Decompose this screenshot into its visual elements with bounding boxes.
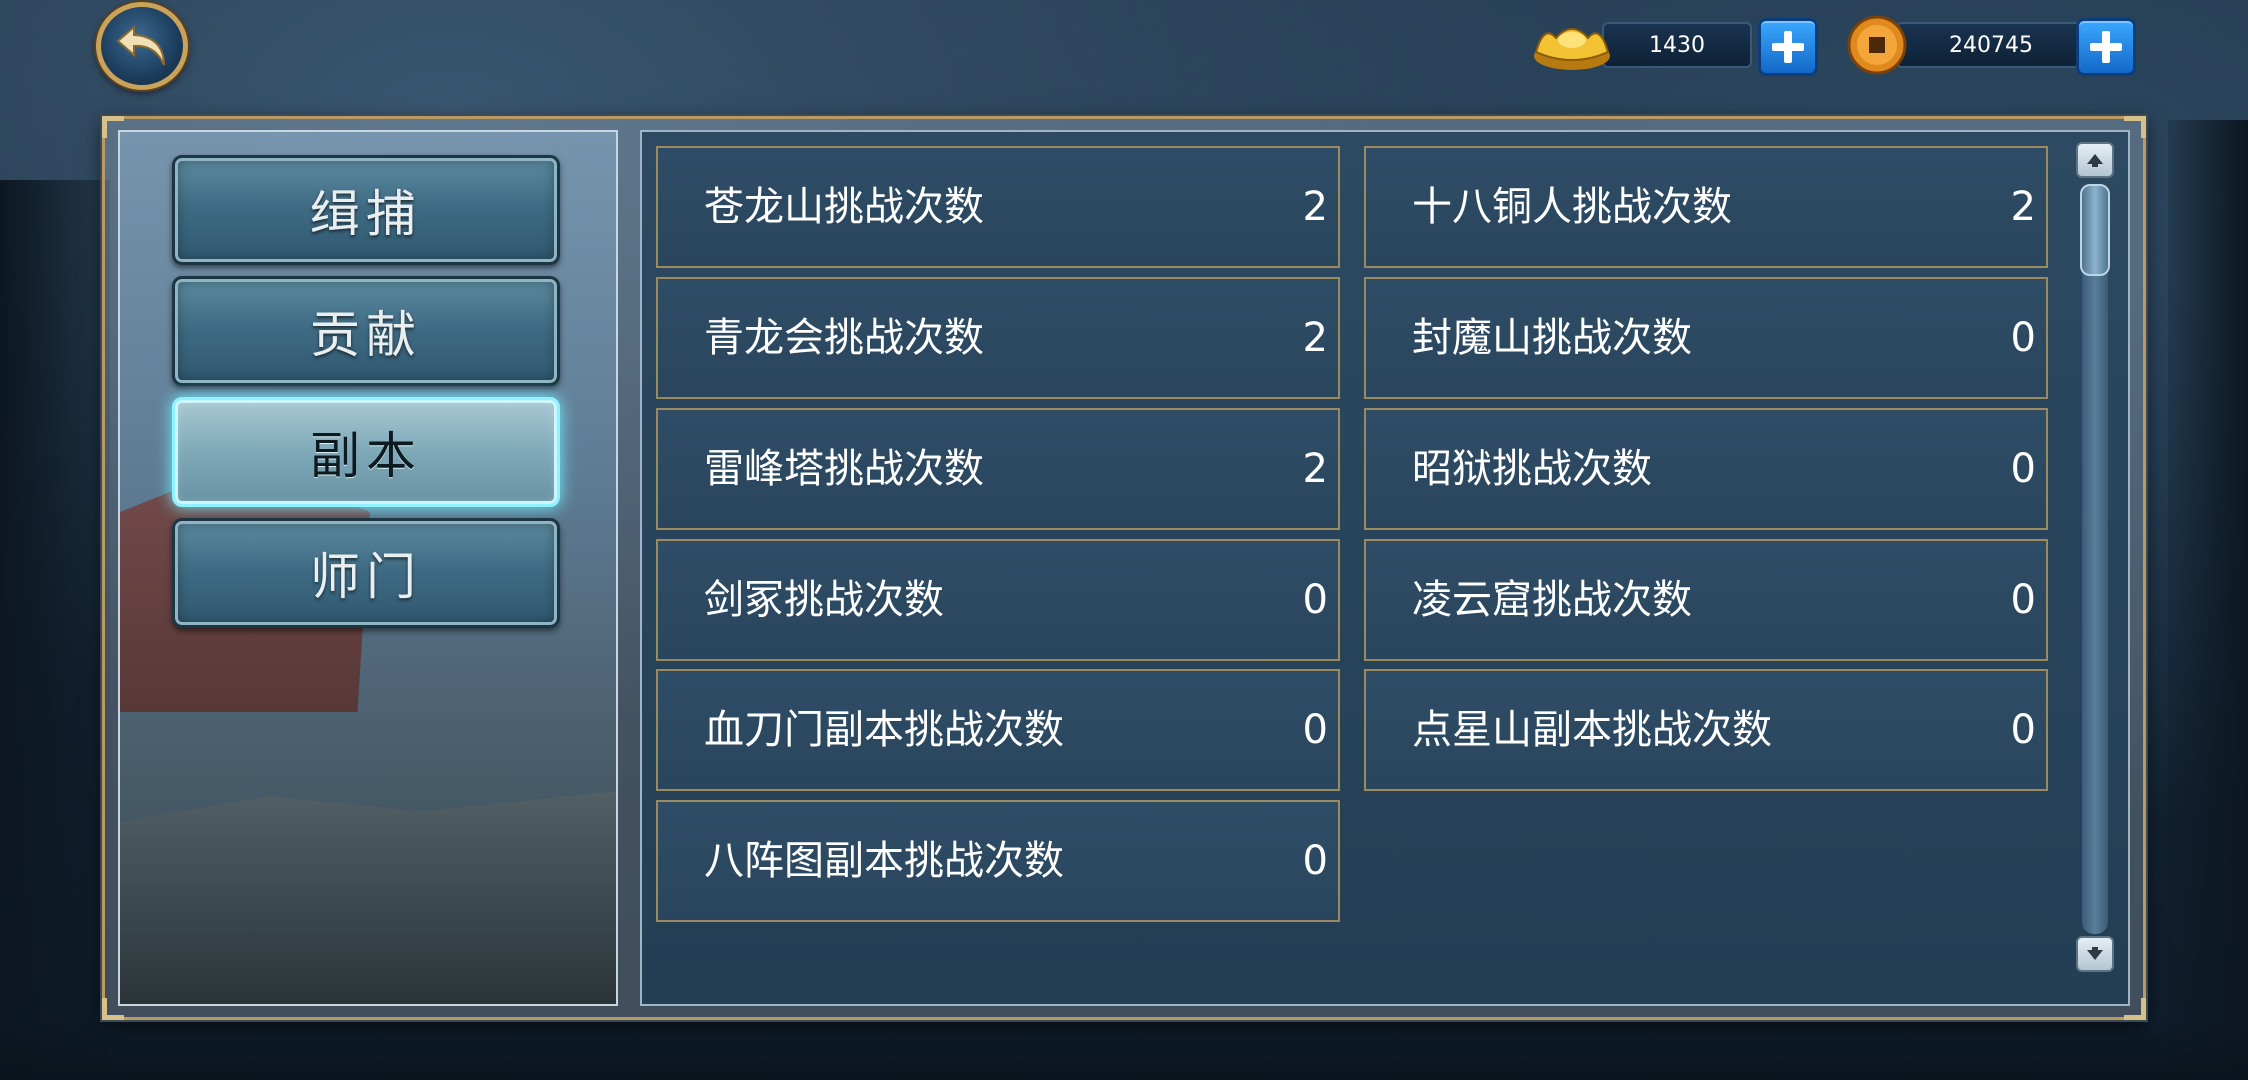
- list-item: 点星山副本挑战次数 0: [1364, 669, 2048, 791]
- list-scrollbar[interactable]: [2074, 140, 2116, 978]
- add-copper-coin-button[interactable]: [2076, 18, 2136, 76]
- challenge-count: 0: [2010, 707, 2036, 753]
- challenge-name: 昭狱挑战次数: [1412, 446, 1652, 492]
- challenge-name: 苍龙山挑战次数: [704, 184, 984, 230]
- copper-coin-amount: 240745: [1896, 22, 2086, 68]
- tab-sect[interactable]: 师门: [172, 518, 560, 628]
- arrow-down-icon: [2087, 947, 2103, 960]
- scroll-track[interactable]: [2082, 184, 2108, 934]
- challenge-name: 八阵图副本挑战次数: [704, 838, 1064, 884]
- challenge-name: 雷峰塔挑战次数: [704, 446, 984, 492]
- challenge-count: 0: [1302, 577, 1328, 623]
- scenery-cliff: [120, 790, 616, 1004]
- add-gold-ingot-button[interactable]: [1758, 18, 1818, 76]
- challenge-count: 0: [1302, 707, 1328, 753]
- challenge-name: 剑冢挑战次数: [704, 577, 944, 623]
- list-item: 昭狱挑战次数 0: [1364, 408, 2048, 530]
- scroll-up-button[interactable]: [2076, 142, 2114, 178]
- challenge-count: 0: [2010, 446, 2036, 492]
- list-item: 血刀门副本挑战次数 0: [656, 669, 1340, 791]
- arrow-up-icon: [2087, 154, 2103, 167]
- background-trees-right: [2168, 120, 2248, 1080]
- plus-icon: [2090, 31, 2122, 63]
- challenge-name: 青龙会挑战次数: [704, 315, 984, 361]
- gold-ingot-icon: [1534, 28, 1610, 70]
- list-item: 苍龙山挑战次数 2: [656, 146, 1340, 268]
- background-trees-left: [0, 180, 110, 1080]
- gold-ingot-currency: 1430: [1532, 14, 1822, 76]
- scroll-thumb[interactable]: [2080, 184, 2110, 276]
- background-ground: [0, 1020, 2248, 1080]
- copper-coin-currency: 240745: [1846, 14, 2136, 76]
- plus-icon: [1772, 31, 1804, 63]
- list-item: 封魔山挑战次数 0: [1364, 277, 2048, 399]
- challenge-count: 2: [2010, 184, 2036, 230]
- challenge-count: 2: [1302, 446, 1328, 492]
- tab-contribution[interactable]: 贡献: [172, 276, 560, 386]
- challenge-name: 血刀门副本挑战次数: [704, 707, 1064, 753]
- challenge-name: 凌云窟挑战次数: [1412, 577, 1692, 623]
- back-button[interactable]: [96, 2, 188, 90]
- scroll-down-button[interactable]: [2076, 936, 2114, 972]
- challenge-count: 0: [2010, 315, 2036, 361]
- challenge-count: 0: [1302, 838, 1328, 884]
- list-item: 剑冢挑战次数 0: [656, 539, 1340, 661]
- gold-ingot-amount: 1430: [1602, 22, 1752, 68]
- challenge-name: 十八铜人挑战次数: [1412, 184, 1732, 230]
- challenge-count: 2: [1302, 315, 1328, 361]
- list-item: 雷峰塔挑战次数 2: [656, 408, 1340, 530]
- copper-coin-icon: [1847, 15, 1907, 75]
- challenge-count: 0: [2010, 577, 2036, 623]
- list-item: 青龙会挑战次数 2: [656, 277, 1340, 399]
- challenge-count: 2: [1302, 184, 1328, 230]
- back-arrow-icon: [116, 24, 165, 66]
- challenge-name: 封魔山挑战次数: [1412, 315, 1692, 361]
- tab-dungeon[interactable]: 副本: [172, 397, 560, 507]
- tab-arrest[interactable]: 缉捕: [172, 155, 560, 265]
- list-item: 凌云窟挑战次数 0: [1364, 539, 2048, 661]
- challenge-name: 点星山副本挑战次数: [1412, 707, 1772, 753]
- list-item: 八阵图副本挑战次数 0: [656, 800, 1340, 922]
- list-item: 十八铜人挑战次数 2: [1364, 146, 2048, 268]
